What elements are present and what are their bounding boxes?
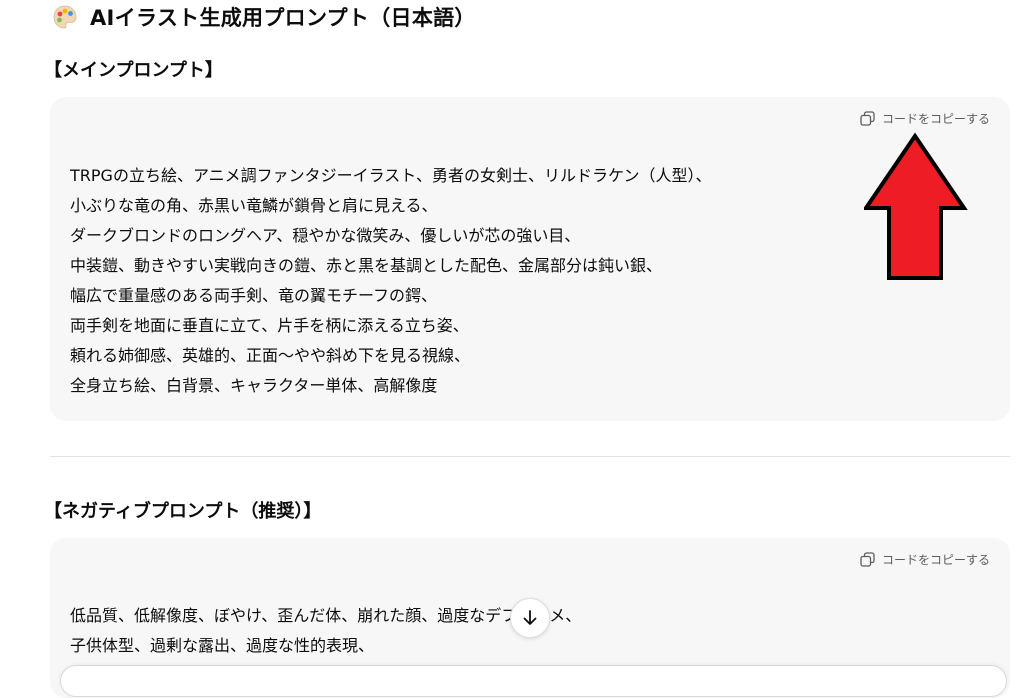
prompt-line: 両手剣を地面に垂直に立て、片手を柄に添える立ち姿、 (70, 316, 469, 335)
message-composer[interactable] (60, 665, 1007, 697)
copy-code-label: コードをコピーする (881, 553, 990, 567)
prompt-line: 中装鎧、動きやすい実戦向きの鎧、赤と黒を基調とした配色、金属部分は鈍い銀、 (70, 256, 663, 275)
prompt-line: 子供体型、過剰な露出、過度な性的表現、 (70, 636, 375, 655)
main-prompt-heading: 【メインプロンプト】 (44, 60, 223, 81)
page-title: AIイラスト生成用プロンプト（日本語） (90, 6, 476, 30)
palette-icon (53, 5, 77, 29)
negative-prompt-lines: 低品質、低解像度、ぼやけ、歪んだ体、崩れた顔、過度なデフォルメ、 子供体型、過剰… (70, 601, 581, 661)
copy-icon (860, 111, 875, 126)
copy-icon (860, 552, 875, 567)
negative-copy-code-button[interactable]: コードをコピーする (859, 551, 990, 568)
scroll-to-bottom-button[interactable] (510, 598, 550, 638)
prompt-line: ダークブロンドのロングヘア、穏やかな微笑み、優しいが芯の強い目、 (70, 226, 581, 245)
copy-code-label: コードをコピーする (881, 112, 990, 126)
section-divider (50, 456, 1010, 457)
negative-prompt-heading: 【ネガティブプロンプト（推奨）】 (44, 501, 322, 522)
prompt-line: 全身立ち絵、白背景、キャラクター単体、高解像度 (70, 376, 438, 395)
main-prompt-lines: TRPGの立ち絵、アニメ調ファンタジーイラスト、勇者の女剣士、リルドラケン（人型… (70, 161, 712, 401)
prompt-line: TRPGの立ち絵、アニメ調ファンタジーイラスト、勇者の女剣士、リルドラケン（人型… (70, 166, 712, 185)
red-arrow-up-icon (864, 132, 968, 280)
arrow-down-icon (523, 610, 537, 625)
prompt-line: 幅広で重量感のある両手剣、竜の翼モチーフの鍔、 (70, 286, 438, 305)
prompt-line: 小ぶりな竜の角、赤黒い竜鱗が鎖骨と肩に見える、 (70, 196, 438, 215)
prompt-line: 頼れる姉御感、英雄的、正面〜やや斜め下を見る視線、 (70, 346, 471, 365)
page-title-row: AIイラスト生成用プロンプト（日本語） (52, 0, 476, 34)
main-copy-code-button[interactable]: コードをコピーする (859, 110, 990, 127)
prompt-line: 低品質、低解像度、ぼやけ、歪んだ体、崩れた顔、過度なデフォルメ、 (70, 606, 582, 625)
